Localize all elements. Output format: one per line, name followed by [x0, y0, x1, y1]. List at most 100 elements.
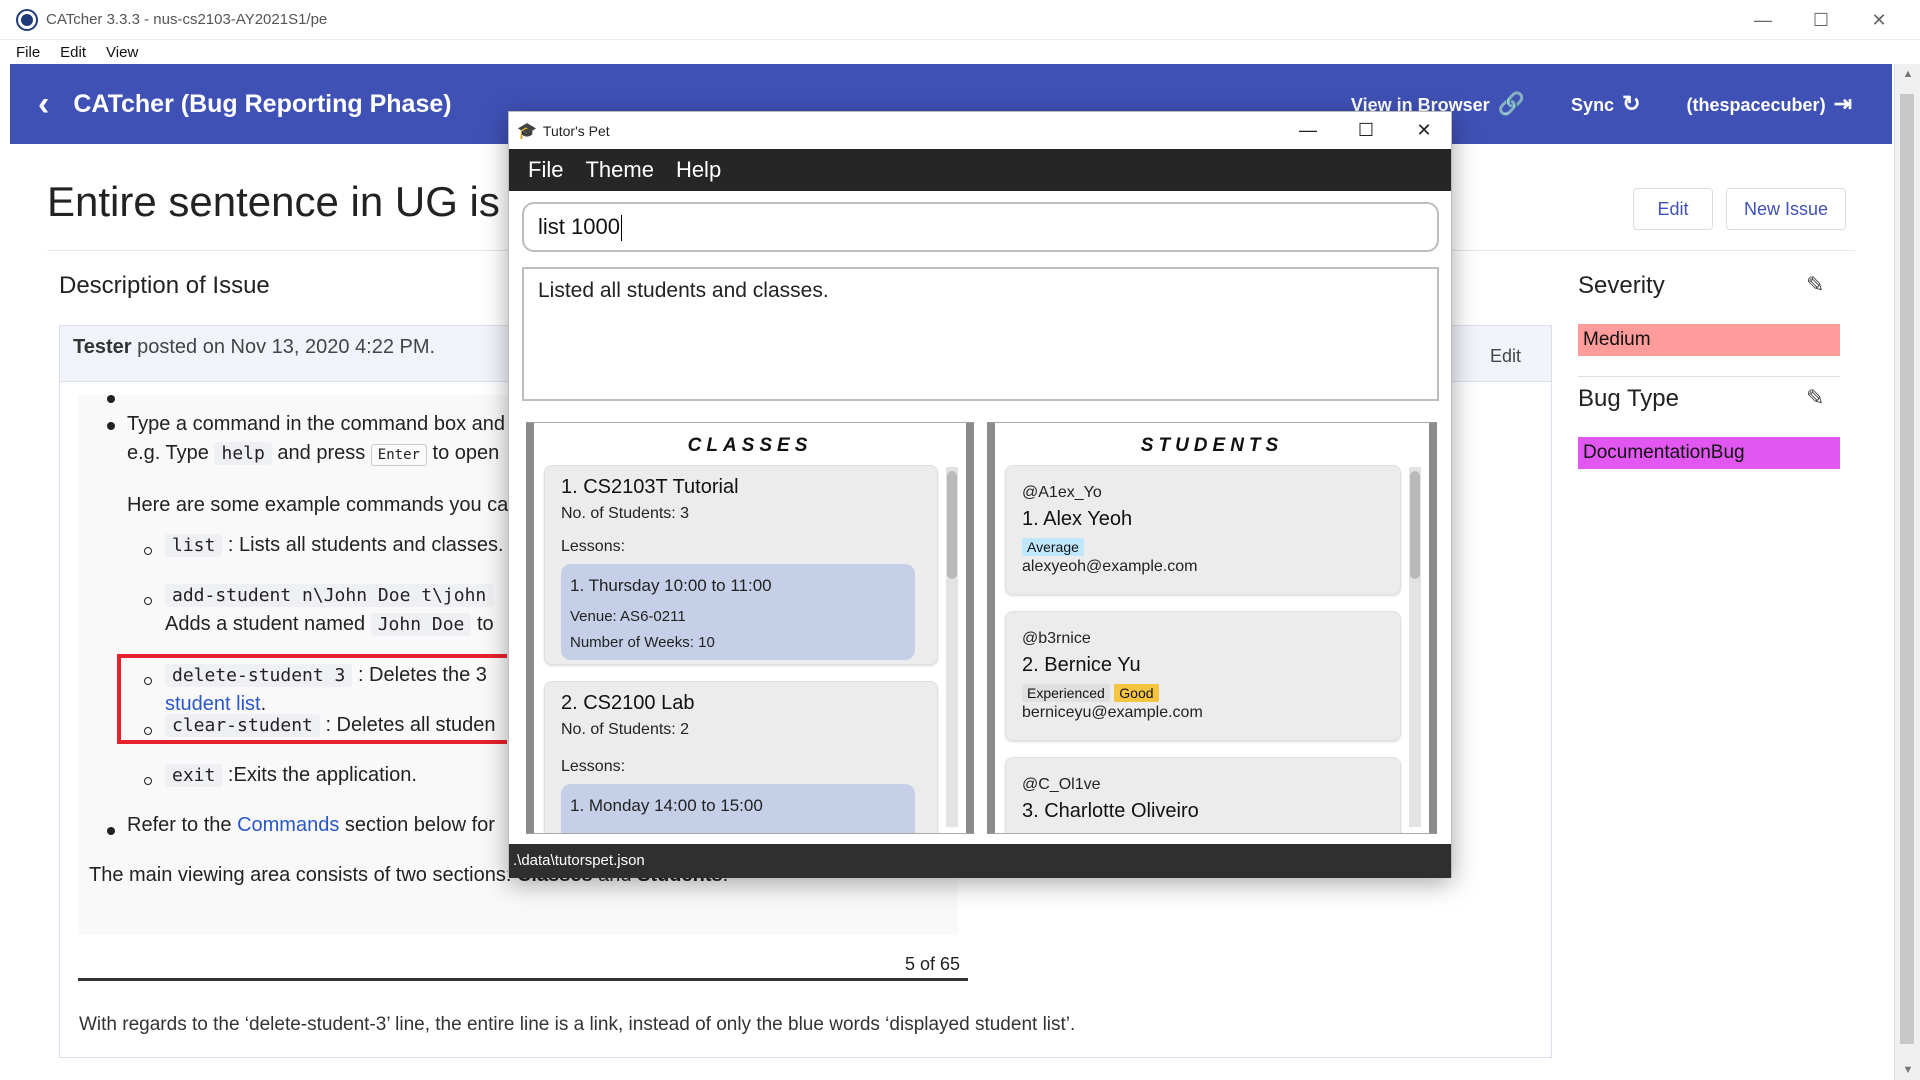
student-handle: @A1ex_Yo [1022, 484, 1102, 501]
student-card[interactable]: @b3rnice 2. Bernice Yu Experienced Good … [1005, 611, 1401, 741]
edit-severity-pencil-icon[interactable]: ✎ [1806, 272, 1824, 298]
window-title: CATcher 3.3.3 - nus-cs2103-AY2021S1/pe [46, 11, 328, 28]
tp-menu-help[interactable]: Help [676, 157, 721, 183]
class-card[interactable]: 2. CS2100 Lab No. of Students: 2 Lessons… [544, 681, 938, 833]
logout-button[interactable]: (thespacecuber) ⇥ [1687, 91, 1852, 117]
lesson-card[interactable]: 1. Thursday 10:00 to 11:00 Venue: AS6-02… [561, 564, 915, 660]
class-card[interactable]: 1. CS2103T Tutorial No. of Students: 3 L… [544, 465, 938, 665]
class-student-count: No. of Students: 3 [561, 505, 690, 522]
sync-button[interactable]: Sync ↻ [1571, 91, 1640, 117]
severity-heading: Severity [1578, 272, 1665, 299]
doc-line: Here are some example commands you ca [127, 494, 509, 516]
lesson-weeks: Number of Weeks: 10 [570, 634, 715, 651]
post-meta: posted on Nov 13, 2020 4:22 PM. [131, 336, 436, 358]
tutorspet-menubar: File Theme Help [509, 149, 1451, 191]
student-name: 2. Bernice Yu [1022, 654, 1141, 676]
text-caret [620, 215, 622, 242]
doc-line: Refer to the Commands section below for [127, 814, 495, 836]
bugtype-label: DocumentationBug [1578, 437, 1840, 469]
student-handle: @b3rnice [1022, 630, 1091, 647]
issue-title: Entire sentence in UG is a [47, 178, 535, 225]
edit-bugtype-pencil-icon[interactable]: ✎ [1806, 385, 1824, 411]
minimize-icon[interactable]: — [1734, 0, 1792, 40]
edit-issue-button[interactable]: Edit [1633, 188, 1713, 230]
student-card[interactable]: @A1ex_Yo 1. Alex Yeoh Average alexyeoh@e… [1005, 465, 1401, 595]
tp-close-icon[interactable]: ✕ [1395, 112, 1453, 149]
class-title: 2. CS2100 Lab [561, 692, 695, 714]
doc-line: exit :Exits the application. [165, 764, 417, 787]
scroll-up-icon[interactable]: ▲ [1895, 68, 1920, 80]
classes-scrollbar[interactable] [946, 467, 958, 827]
refresh-icon: ↻ [1622, 91, 1641, 116]
description-heading: Description of Issue [59, 272, 270, 299]
student-card[interactable]: @C_Ol1ve 3. Charlotte Oliveiro [1005, 757, 1401, 833]
menu-view[interactable]: View [106, 44, 138, 61]
students-scrollbar[interactable] [1409, 467, 1421, 827]
scrollbar-thumb[interactable] [947, 471, 957, 579]
bullet [107, 827, 115, 835]
logout-icon: ⇥ [1833, 91, 1852, 116]
lesson-card[interactable]: 1. Monday 14:00 to 15:00 [561, 784, 915, 833]
scrollbar-thumb[interactable] [1410, 471, 1420, 579]
doc-line: Adds a student named John Doe to [165, 613, 494, 636]
page-scrollbar[interactable]: ▲ ▼ [1894, 64, 1920, 1080]
classes-panel: CLASSES 1. CS2103T Tutorial No. of Stude… [526, 422, 974, 834]
doc-line: add-student n\John Doe t\john [165, 584, 494, 607]
student-email: alexyeoh@example.com [1022, 558, 1198, 575]
app-menubar: File Edit View [0, 40, 1920, 64]
class-student-count: No. of Students: 2 [561, 721, 690, 738]
bullet [107, 395, 115, 403]
students-header: STUDENTS [1140, 435, 1284, 456]
menu-edit[interactable]: Edit [60, 44, 86, 61]
classes-header: CLASSES [687, 435, 813, 456]
doc-line: e.g. Type help and press Enter to open [127, 442, 500, 466]
class-title: 1. CS2103T Tutorial [561, 476, 739, 498]
lessons-label: Lessons: [561, 538, 626, 555]
bullet [144, 597, 152, 605]
link-icon: 🔗 [1497, 91, 1526, 116]
tp-menu-theme[interactable]: Theme [585, 157, 653, 183]
page-divider [78, 978, 968, 981]
menu-file[interactable]: File [16, 44, 40, 61]
window-titlebar: CATcher 3.3.3 - nus-cs2103-AY2021S1/pe —… [0, 0, 1920, 40]
bugtype-heading: Bug Type [1578, 385, 1679, 412]
page-number: 5 of 65 [905, 954, 961, 974]
tp-menu-file[interactable]: File [528, 157, 563, 183]
tutorspet-logo-icon: 🎓 [517, 122, 537, 140]
bullet [144, 777, 152, 785]
tp-minimize-icon[interactable]: — [1279, 112, 1337, 149]
close-icon[interactable]: ✕ [1850, 0, 1908, 40]
post-author: Tester [73, 336, 132, 358]
back-arrow-icon[interactable]: ‹ [38, 87, 49, 121]
student-tag: Experienced [1022, 684, 1110, 702]
doc-line: Type a command in the command box and [127, 413, 505, 435]
students-panel: STUDENTS @A1ex_Yo 1. Alex Yeoh Average a… [987, 422, 1437, 834]
post-byline: Tester posted on Nov 13, 2020 4:22 PM. [73, 336, 435, 359]
tp-maximize-icon[interactable]: ☐ [1337, 112, 1395, 149]
edit-post-button[interactable]: Edit [1490, 346, 1521, 367]
lesson-time: 1. Thursday 10:00 to 11:00 [570, 576, 772, 595]
student-name: 1. Alex Yeoh [1022, 508, 1133, 530]
scrollbar-thumb[interactable] [1900, 94, 1914, 1044]
lesson-time: 1. Monday 14:00 to 15:00 [570, 796, 763, 815]
sync-label: Sync [1571, 95, 1615, 115]
tutorspet-window: 🎓 Tutor's Pet — ☐ ✕ File Theme Help list… [508, 111, 1453, 878]
student-tag: Good [1114, 684, 1159, 702]
user-label: (thespacecuber) [1686, 95, 1826, 115]
student-email: berniceyu@example.com [1022, 704, 1203, 721]
bullet [107, 422, 115, 430]
command-input[interactable]: list 1000 [522, 202, 1439, 252]
student-name: 3. Charlotte Oliveiro [1022, 800, 1199, 822]
severity-label: Medium [1578, 324, 1840, 356]
tutorspet-title: Tutor's Pet [542, 122, 610, 139]
issue-comment: With regards to the ‘delete-student-3’ l… [79, 1014, 1076, 1035]
lessons-label: Lessons: [561, 758, 626, 775]
scroll-down-icon[interactable]: ▼ [1895, 1064, 1920, 1076]
commands-link[interactable]: Commands [237, 814, 339, 836]
new-issue-button[interactable]: New Issue [1726, 188, 1846, 230]
result-display: Listed all students and classes. [522, 267, 1439, 401]
doc-line: list : Lists all students and classes. [165, 534, 504, 557]
student-handle: @C_Ol1ve [1022, 776, 1101, 793]
maximize-icon[interactable]: ☐ [1792, 0, 1850, 40]
highlight-box [117, 654, 507, 744]
